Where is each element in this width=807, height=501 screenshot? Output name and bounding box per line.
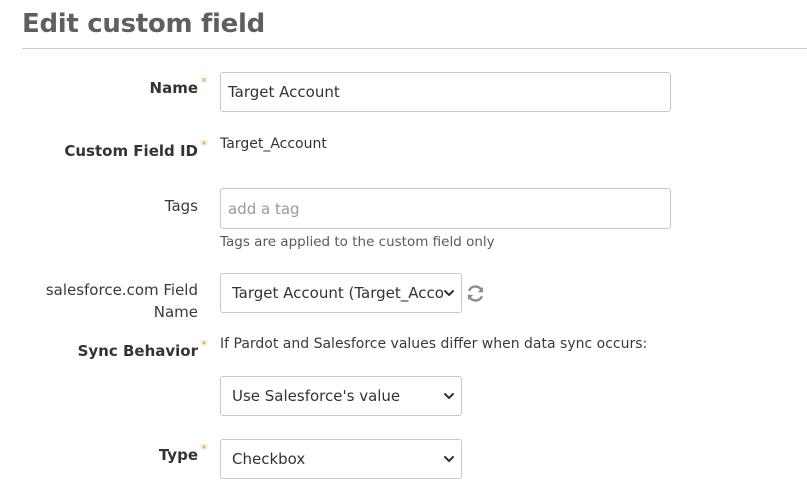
page-title: Edit custom field: [22, 9, 265, 39]
name-label: Name: [149, 79, 198, 97]
tags-label: Tags: [164, 197, 198, 215]
type-selected-value: Checkbox: [232, 450, 306, 468]
tags-help-text: Tags are applied to the custom field onl…: [220, 234, 495, 250]
chevron-down-icon: [444, 456, 454, 462]
salesforce-field-label-line1: salesforce.com Field: [45, 281, 198, 299]
sync-behavior-label: Sync Behavior: [77, 342, 198, 360]
sync-behavior-selected-value: Use Salesforce's value: [232, 387, 401, 405]
salesforce-field-select[interactable]: Target Account (Target_Acco: [220, 273, 462, 313]
salesforce-field-selected-value: Target Account (Target_Acco: [232, 284, 443, 302]
title-divider: [22, 48, 807, 49]
type-select[interactable]: Checkbox: [220, 439, 462, 479]
tags-input[interactable]: [220, 188, 671, 229]
custom-field-id-label: Custom Field ID: [64, 142, 198, 160]
custom-field-id-required-mark: *: [201, 138, 207, 152]
name-input[interactable]: [220, 72, 671, 112]
sync-behavior-description: If Pardot and Salesforce values differ w…: [220, 336, 648, 352]
sync-behavior-select[interactable]: Use Salesforce's value: [220, 376, 462, 416]
type-label: Type: [158, 446, 198, 464]
refresh-icon[interactable]: [465, 283, 486, 304]
chevron-down-icon: [444, 393, 454, 399]
sync-behavior-required-mark: *: [201, 338, 207, 352]
type-required-mark: *: [201, 442, 207, 456]
salesforce-field-label-line2: Name: [153, 303, 198, 321]
name-required-mark: *: [201, 75, 207, 89]
custom-field-id-value: Target_Account: [220, 136, 327, 152]
chevron-down-icon: [444, 290, 454, 296]
